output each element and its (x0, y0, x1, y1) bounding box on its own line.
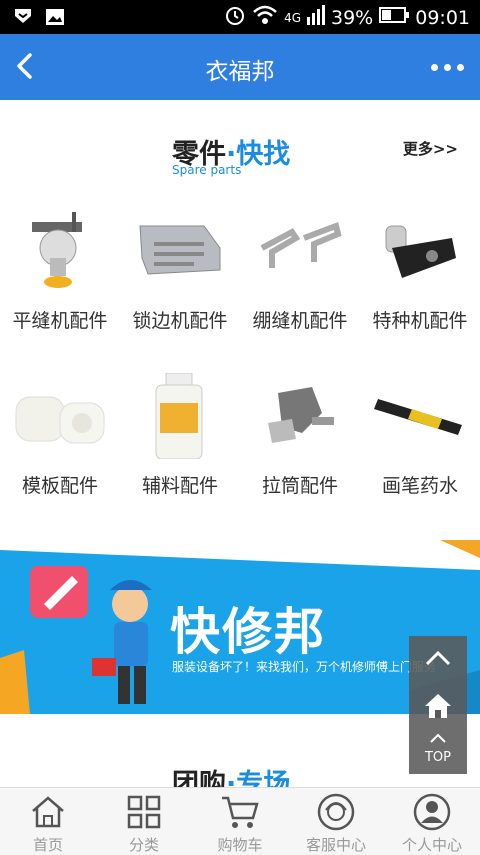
repair-banner[interactable]: 快修邦 服装设备坏了！来找我们，万个机修师傅上门服务 (0, 540, 480, 714)
clock: 09:01 (415, 6, 470, 29)
cart-icon (220, 792, 260, 832)
category-label: 平缝机配件 (12, 310, 108, 332)
battery-icon (379, 6, 410, 29)
coverstitch-part-image (252, 208, 348, 294)
user-icon (412, 792, 452, 832)
spare-parts-header: 零件·快找 Spare parts 更多>> (0, 130, 480, 180)
banner-title: 快修邦 (170, 603, 326, 661)
overlock-part-image (132, 208, 228, 294)
banner-subtitle: 服装设备坏了！来找我们，万个机修师傅上门服务 (172, 660, 437, 674)
category-item-special[interactable]: 特种机配件 (360, 200, 480, 350)
category-label: 绷缝机配件 (252, 310, 348, 332)
tab-profile[interactable]: 个人中心 (384, 788, 480, 854)
alarm-icon (224, 4, 246, 31)
section-subtitle: Spare parts (172, 163, 242, 177)
category-item-template[interactable]: 模板配件 (0, 365, 120, 515)
binder-part-image (252, 373, 348, 459)
special-part-image (372, 208, 468, 294)
category-item-overlock[interactable]: 锁边机配件 (120, 200, 240, 350)
top-label: TOP (424, 750, 451, 765)
image-icon (44, 6, 66, 32)
category-item-marker[interactable]: 画笔药水 (360, 365, 480, 515)
more-link[interactable]: 更多>> (403, 138, 458, 159)
more-dots-icon[interactable] (431, 64, 464, 71)
category-label: 辅料配件 (141, 475, 218, 497)
template-part-image (12, 373, 108, 459)
network-type: 4G (284, 10, 301, 25)
tab-category[interactable]: 分类 (96, 788, 192, 854)
category-item-coverstitch[interactable]: 绷缝机配件 (240, 200, 360, 350)
signal-icon (307, 5, 325, 30)
status-bar: 4G 39% 09:01 (0, 0, 480, 34)
category-label: 模板配件 (21, 475, 98, 497)
category-grid-icon (124, 792, 164, 832)
category-label: 特种机配件 (372, 310, 468, 332)
category-label: 锁边机配件 (132, 310, 228, 332)
back-to-top-button[interactable]: TOP (409, 728, 467, 774)
wifi-icon (252, 4, 278, 31)
home-icon (425, 694, 451, 718)
home-icon (28, 792, 68, 832)
accessories-part-image (132, 372, 228, 460)
category-item-accessories[interactable]: 辅料配件 (120, 365, 240, 515)
bottom-tab-bar: 首页 分类 购物车 客服中心 个人中心 (0, 787, 480, 854)
marker-part-image (372, 373, 468, 459)
group-buy-header: 团购·专场 (172, 769, 291, 787)
chevron-up-icon[interactable] (409, 636, 467, 682)
home-button[interactable] (409, 682, 467, 728)
notification-icon (12, 6, 34, 32)
category-item-binder[interactable]: 拉筒配件 (240, 365, 360, 515)
floating-actions: TOP (409, 636, 467, 774)
tab-home[interactable]: 首页 (0, 788, 96, 854)
category-label: 拉筒配件 (261, 475, 338, 497)
customer-service-icon (316, 792, 356, 832)
main-content[interactable]: 零件·快找 Spare parts 更多>> 平缝机配件 锁边机配件 绷缝机配件 (0, 100, 480, 787)
app-bar: 衣福邦 (0, 34, 480, 100)
lockstitch-part-image (12, 208, 108, 294)
tab-customer-service[interactable]: 客服中心 (288, 788, 384, 854)
category-label: 画笔药水 (381, 475, 458, 497)
page-title: 衣福邦 (205, 59, 275, 85)
battery-level: 39% (331, 6, 374, 29)
category-item-lockstitch[interactable]: 平缝机配件 (0, 200, 120, 350)
tab-cart[interactable]: 购物车 (192, 788, 288, 854)
